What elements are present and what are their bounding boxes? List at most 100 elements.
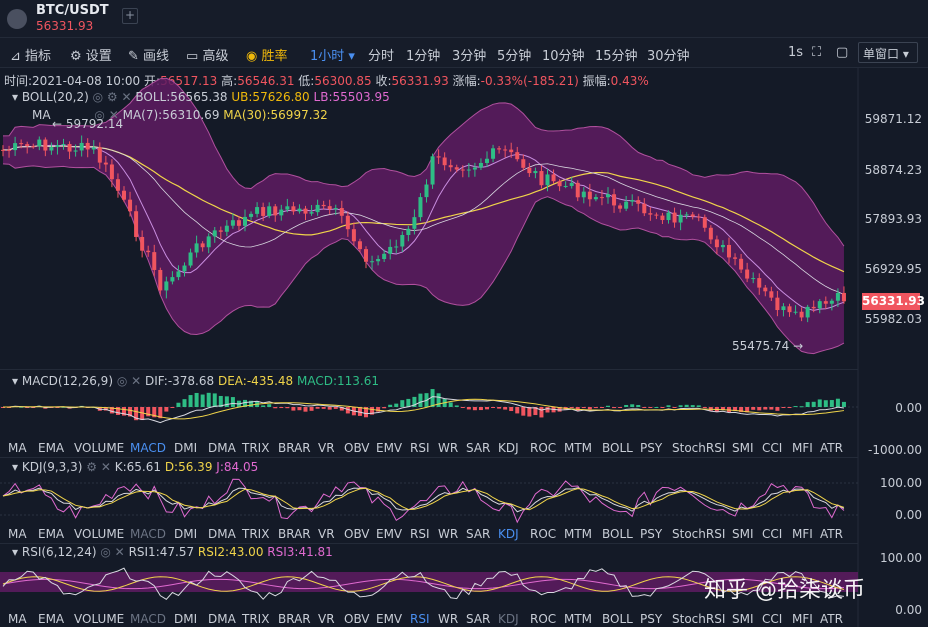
indicator-tab-stochrsi[interactable]: StochRSI bbox=[672, 441, 725, 455]
indicator-tab-ma[interactable]: MA bbox=[8, 441, 27, 455]
indicator-tab-dma[interactable]: DMA bbox=[208, 527, 236, 541]
indicator-tab-cci[interactable]: CCI bbox=[762, 612, 782, 626]
collapse-icon[interactable]: ▾ bbox=[12, 374, 18, 388]
collapse-icon[interactable]: ▾ bbox=[12, 545, 18, 559]
indicator-tab-kdj[interactable]: KDJ bbox=[498, 527, 519, 541]
kdj-k-line bbox=[2, 487, 845, 513]
indicator-tab-dmi[interactable]: DMI bbox=[174, 441, 197, 455]
indicator-tab-smi[interactable]: SMI bbox=[732, 527, 754, 541]
indicator-tab-wr[interactable]: WR bbox=[438, 441, 458, 455]
candle-body bbox=[569, 182, 574, 186]
indicator-tab-psy[interactable]: PSY bbox=[640, 527, 662, 541]
indicator-tab-sar[interactable]: SAR bbox=[466, 612, 490, 626]
indicator-tab-boll[interactable]: BOLL bbox=[602, 441, 633, 455]
indicator-tab-psy[interactable]: PSY bbox=[640, 441, 662, 455]
collapse-icon[interactable]: ▾ bbox=[12, 460, 18, 474]
indicator-tab-emv[interactable]: EMV bbox=[376, 441, 402, 455]
indicator-tab-vr[interactable]: VR bbox=[318, 441, 335, 455]
indicator-tab-stochrsi[interactable]: StochRSI bbox=[672, 612, 725, 626]
indicator-tab-trix[interactable]: TRIX bbox=[242, 612, 269, 626]
indicator-tab-trix[interactable]: TRIX bbox=[242, 441, 269, 455]
indicator-tab-ma[interactable]: MA bbox=[8, 612, 27, 626]
eye-icon[interactable]: ◎ bbox=[100, 545, 110, 559]
indicator-tab-ema[interactable]: EMA bbox=[38, 612, 64, 626]
indicator-tab-emv[interactable]: EMV bbox=[376, 612, 402, 626]
indicator-tab-rsi[interactable]: RSI bbox=[410, 527, 430, 541]
indicator-tab-stochrsi[interactable]: StochRSI bbox=[672, 527, 725, 541]
indicator-tab-dmi[interactable]: DMI bbox=[174, 612, 197, 626]
indicator-tab-mtm[interactable]: MTM bbox=[564, 441, 592, 455]
indicator-tab-ma[interactable]: MA bbox=[8, 527, 27, 541]
indicator-tab-macd[interactable]: MACD bbox=[130, 527, 166, 541]
indicator-tab-rsi[interactable]: RSI bbox=[410, 612, 430, 626]
settings-icon[interactable]: ⚙ bbox=[107, 90, 118, 104]
close-icon[interactable]: ✕ bbox=[122, 90, 132, 104]
indicator-tab-kdj[interactable]: KDJ bbox=[498, 612, 519, 626]
close-icon[interactable]: ✕ bbox=[131, 374, 141, 388]
indicator-tab-macd[interactable]: MACD bbox=[130, 612, 166, 626]
indicator-tab-ema[interactable]: EMA bbox=[38, 441, 64, 455]
indicator-tab-vr[interactable]: VR bbox=[318, 527, 335, 541]
indicator-tab-roc[interactable]: ROC bbox=[530, 527, 556, 541]
indicator-tab-boll[interactable]: BOLL bbox=[602, 612, 633, 626]
candle-body bbox=[727, 244, 731, 258]
macd-histogram-bar bbox=[170, 407, 175, 408]
indicator-tab-mfi[interactable]: MFI bbox=[792, 612, 813, 626]
indicator-tab-obv[interactable]: OBV bbox=[344, 612, 370, 626]
pane-divider[interactable] bbox=[0, 369, 858, 370]
indicator-tab-dma[interactable]: DMA bbox=[208, 612, 236, 626]
indicator-tab-kdj[interactable]: KDJ bbox=[498, 441, 519, 455]
indicator-tab-sar[interactable]: SAR bbox=[466, 527, 490, 541]
indicator-tab-wr[interactable]: WR bbox=[438, 612, 458, 626]
indicator-tab-mtm[interactable]: MTM bbox=[564, 612, 592, 626]
close-icon[interactable]: ✕ bbox=[115, 545, 125, 559]
indicator-tab-roc[interactable]: ROC bbox=[530, 441, 556, 455]
indicator-tab-brar[interactable]: BRAR bbox=[278, 441, 311, 455]
macd-histogram-bar bbox=[497, 407, 502, 409]
indicator-tab-volume[interactable]: VOLUME bbox=[74, 441, 124, 455]
close-icon[interactable]: ✕ bbox=[101, 460, 111, 474]
high-annotation: ← 59792.14 bbox=[52, 117, 124, 131]
pane-divider[interactable] bbox=[0, 543, 858, 544]
indicator-tab-boll[interactable]: BOLL bbox=[602, 527, 633, 541]
macd-histogram-bar bbox=[315, 407, 320, 409]
indicator-tab-obv[interactable]: OBV bbox=[344, 527, 370, 541]
indicator-tab-atr[interactable]: ATR bbox=[820, 441, 843, 455]
indicator-tab-volume[interactable]: VOLUME bbox=[74, 612, 124, 626]
indicator-tab-rsi[interactable]: RSI bbox=[410, 441, 430, 455]
indicator-tab-dmi[interactable]: DMI bbox=[174, 527, 197, 541]
d-value: D:56.39 bbox=[164, 460, 213, 474]
indicator-tab-obv[interactable]: OBV bbox=[344, 441, 370, 455]
pane-divider[interactable] bbox=[0, 457, 858, 458]
indicator-tab-trix[interactable]: TRIX bbox=[242, 527, 269, 541]
settings-icon[interactable]: ⚙ bbox=[86, 460, 97, 474]
indicator-tab-ema[interactable]: EMA bbox=[38, 527, 64, 541]
indicator-tab-psy[interactable]: PSY bbox=[640, 612, 662, 626]
indicator-tab-dma[interactable]: DMA bbox=[208, 441, 236, 455]
indicator-tab-sar[interactable]: SAR bbox=[466, 441, 490, 455]
indicator-tab-brar[interactable]: BRAR bbox=[278, 612, 311, 626]
indicator-tab-brar[interactable]: BRAR bbox=[278, 527, 311, 541]
indicator-tab-volume[interactable]: VOLUME bbox=[74, 527, 124, 541]
indicator-tab-wr[interactable]: WR bbox=[438, 527, 458, 541]
indicator-tab-emv[interactable]: EMV bbox=[376, 527, 402, 541]
indicator-tab-atr[interactable]: ATR bbox=[820, 527, 843, 541]
eye-icon[interactable]: ◎ bbox=[117, 374, 127, 388]
indicator-tab-macd[interactable]: MACD bbox=[130, 441, 166, 455]
macd-histogram-bar bbox=[279, 407, 284, 409]
indicator-tab-atr[interactable]: ATR bbox=[820, 612, 843, 626]
rsi3-value: RSI3:41.81 bbox=[267, 545, 333, 559]
eye-icon[interactable]: ◎ bbox=[93, 90, 103, 104]
collapse-icon[interactable]: ▾ bbox=[12, 90, 18, 104]
macd-histogram-bar bbox=[285, 407, 290, 409]
candle-body bbox=[291, 206, 296, 212]
indicator-tab-vr[interactable]: VR bbox=[318, 612, 335, 626]
indicator-tab-mfi[interactable]: MFI bbox=[792, 441, 813, 455]
indicator-tab-mtm[interactable]: MTM bbox=[564, 527, 592, 541]
indicator-tab-cci[interactable]: CCI bbox=[762, 527, 782, 541]
indicator-tab-cci[interactable]: CCI bbox=[762, 441, 782, 455]
indicator-tab-roc[interactable]: ROC bbox=[530, 612, 556, 626]
indicator-tab-mfi[interactable]: MFI bbox=[792, 527, 813, 541]
indicator-tab-smi[interactable]: SMI bbox=[732, 612, 754, 626]
indicator-tab-smi[interactable]: SMI bbox=[732, 441, 754, 455]
